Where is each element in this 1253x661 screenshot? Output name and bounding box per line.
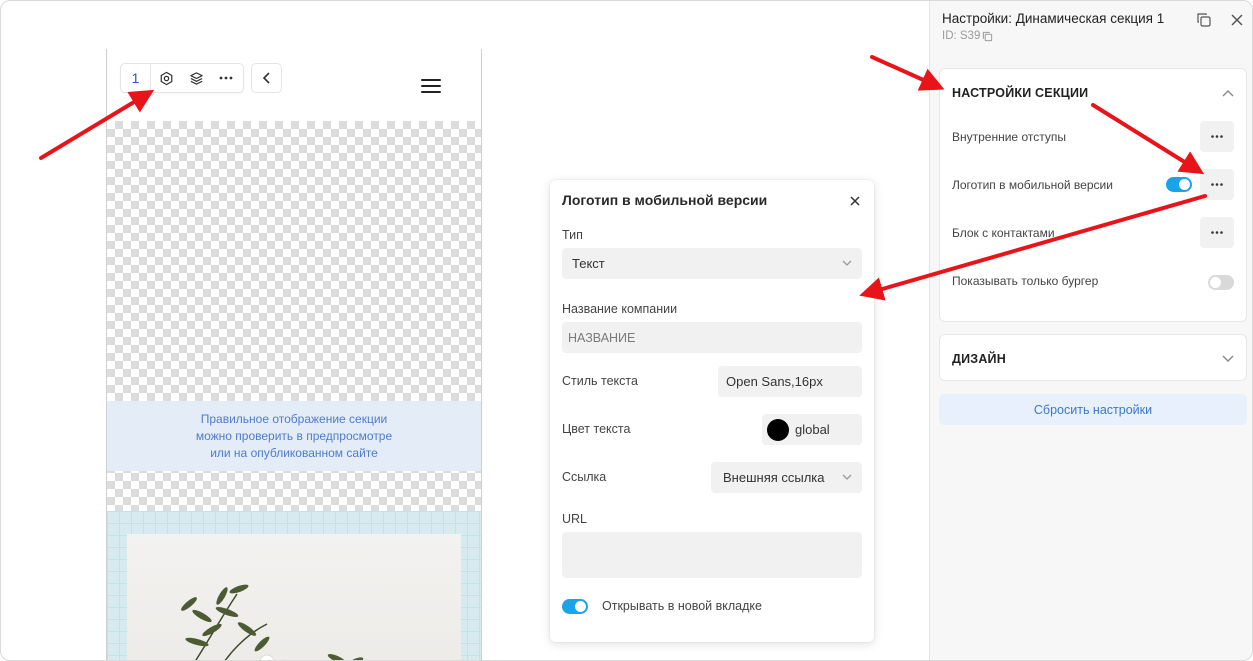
panel-title: Настройки: Динамическая секция 1 [942, 11, 1165, 26]
notice-line-3: или на опубликованном сайте [210, 445, 378, 460]
close-icon[interactable] [848, 194, 862, 208]
mobile-logo-label: Логотип в мобильной версии [952, 178, 1113, 192]
link-label: Ссылка [562, 470, 607, 484]
text-color-value: global [795, 422, 830, 437]
text-color-label: Цвет текста [562, 422, 631, 436]
chevron-down-icon [842, 260, 852, 266]
padding-more-button[interactable] [1200, 121, 1234, 152]
section-id-text: ID: S39 [942, 30, 981, 42]
burger-menu-icon[interactable] [421, 79, 441, 93]
design-heading[interactable]: ДИЗАЙН [952, 352, 1006, 366]
chevron-up-icon[interactable] [1222, 89, 1234, 97]
close-icon[interactable] [1229, 12, 1245, 28]
section-settings-heading[interactable]: НАСТРОЙКИ СЕКЦИИ [952, 86, 1088, 100]
section-image [127, 534, 461, 660]
notice-line-2: можно проверить в предпросмотре [195, 428, 393, 443]
chevron-down-icon [842, 474, 852, 480]
design-card[interactable]: ДИЗАЙН [939, 334, 1247, 381]
contacts-more-button[interactable] [1200, 217, 1234, 248]
link-value: Внешняя ссылка [723, 470, 825, 485]
new-tab-label: Открывать в новой вкладке [602, 599, 762, 613]
type-select[interactable]: Текст [562, 248, 862, 279]
mobile-preview: Правильное отображение секции можно пров… [106, 49, 482, 660]
gear-icon[interactable] [151, 64, 181, 92]
notice-line-1: Правильное отображение секции [200, 411, 388, 426]
layers-icon[interactable] [181, 64, 211, 92]
logo-mobile-popup: Логотип в мобильной версии Тип Текст Наз… [550, 180, 874, 642]
type-label: Тип [562, 228, 583, 242]
chevron-left-icon[interactable] [251, 63, 282, 93]
section-id: ID: S39 [942, 30, 993, 42]
url-label: URL [562, 512, 588, 526]
burger-only-toggle[interactable] [1208, 275, 1234, 290]
mobile-logo-more-button[interactable] [1200, 169, 1234, 200]
reset-settings-button[interactable]: Сбросить настройки [939, 394, 1247, 425]
chevron-down-icon[interactable] [1222, 355, 1234, 363]
section-number[interactable]: 1 [121, 64, 151, 92]
new-tab-toggle[interactable] [562, 599, 588, 614]
text-color-button[interactable]: global [762, 414, 862, 445]
copy-icon[interactable] [982, 31, 993, 42]
type-value: Текст [572, 256, 605, 271]
url-textarea[interactable] [562, 532, 862, 578]
popup-title: Логотип в мобильной версии [562, 192, 768, 208]
duplicate-icon[interactable] [1196, 12, 1212, 28]
mobile-logo-toggle[interactable] [1166, 177, 1192, 192]
text-style-button[interactable]: Open Sans,16px [718, 366, 862, 397]
settings-panel: Настройки: Динамическая секция 1 ID: S39… [929, 1, 1252, 660]
padding-label: Внутренние отступы [952, 130, 1066, 144]
company-input[interactable]: НАЗВАНИЕ [562, 322, 862, 353]
company-label: Название компании [562, 302, 678, 316]
app-window: Правильное отображение секции можно пров… [0, 0, 1253, 661]
link-select[interactable]: Внешняя ссылка [711, 462, 862, 493]
contacts-block-label: Блок с контактами [952, 226, 1055, 240]
color-swatch [767, 418, 789, 441]
more-icon[interactable] [211, 64, 241, 92]
section-settings-card: НАСТРОЙКИ СЕКЦИИ Внутренние отступы Лого… [939, 68, 1247, 322]
section-toolbar: 1 [120, 63, 244, 93]
burger-only-label: Показывать только бургер [952, 274, 1099, 288]
preview-notice: Правильное отображение секции можно пров… [107, 401, 481, 471]
text-style-label: Стиль текста [562, 374, 638, 388]
